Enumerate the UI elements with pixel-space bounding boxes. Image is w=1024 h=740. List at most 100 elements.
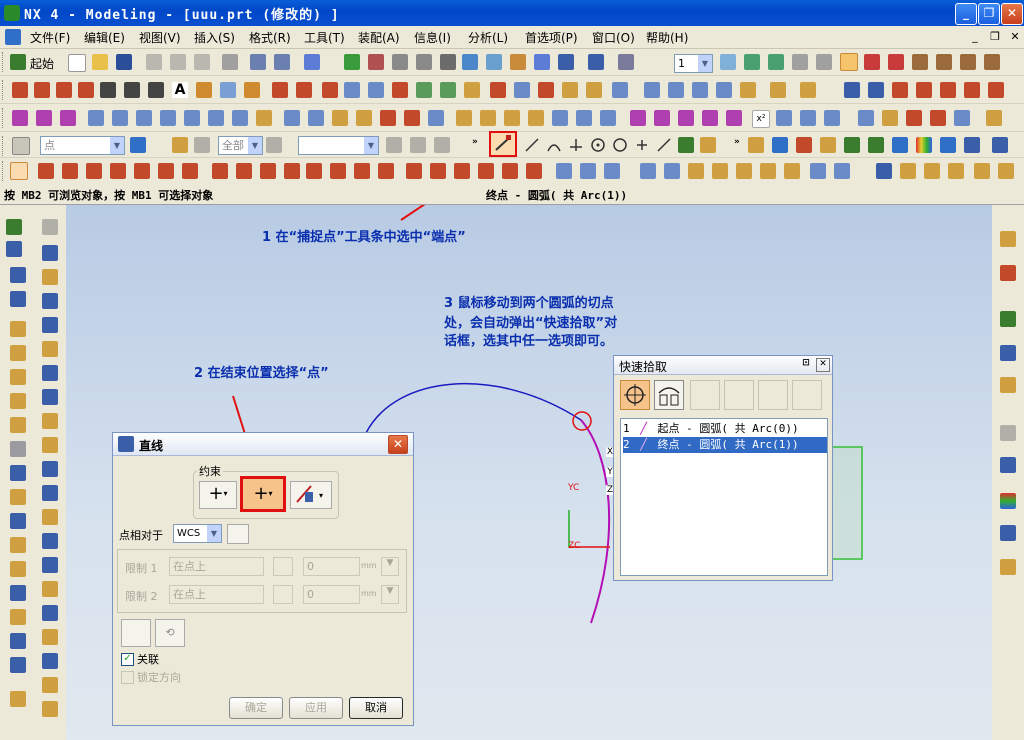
quick-pick-item-1[interactable]: 1 ╱ 起点 - 圆弧( 共 Arc(0))	[623, 421, 827, 437]
edge-feature-icon[interactable]	[42, 557, 58, 573]
mate-icon[interactable]	[924, 163, 940, 179]
sketch-corner-icon[interactable]	[284, 163, 300, 179]
toolbar-overflow-icon[interactable]: »	[472, 137, 478, 147]
feature-icon[interactable]	[6, 219, 22, 235]
sketch-animate-icon[interactable]	[556, 163, 572, 179]
copy-layer-icon[interactable]	[792, 54, 808, 70]
open-folder-icon[interactable]	[92, 54, 108, 70]
app-menu-icon[interactable]	[5, 29, 21, 45]
pad-icon[interactable]	[10, 393, 26, 409]
curve-info-icon[interactable]	[740, 82, 756, 98]
start-menu-button[interactable]: 起始	[30, 55, 54, 72]
stretch-icon[interactable]	[586, 82, 602, 98]
mesh-icon[interactable]	[136, 110, 152, 126]
quick-pick-titlebar[interactable]: 快速拾取 ⊡ ✕	[614, 356, 832, 375]
rectangle-icon[interactable]	[272, 82, 288, 98]
through-curves-icon[interactable]	[112, 110, 128, 126]
select-feature-icon[interactable]	[386, 137, 402, 153]
promote-icon[interactable]	[42, 701, 58, 717]
analysis-icon[interactable]	[858, 110, 874, 126]
type-filter-select[interactable]: 点 ▼	[40, 136, 125, 155]
wcs-rotate-icon[interactable]	[888, 54, 904, 70]
menu-file[interactable]: 文件(F)	[30, 29, 70, 46]
law-curve-icon[interactable]	[916, 82, 932, 98]
trim-icon[interactable]	[392, 82, 408, 98]
conic-icon[interactable]	[964, 82, 980, 98]
sketch-project-icon[interactable]	[330, 163, 346, 179]
styled-blend-icon[interactable]	[528, 110, 544, 126]
roles-icon[interactable]	[1000, 457, 1016, 473]
measure-angle-icon[interactable]	[906, 110, 922, 126]
edit-curve-icon[interactable]	[538, 82, 554, 98]
measure-distance-icon[interactable]	[882, 110, 898, 126]
menu-window[interactable]: 窗口(O)	[592, 29, 635, 46]
sheet-metal-icon[interactable]	[640, 163, 656, 179]
bend-icon[interactable]	[688, 163, 704, 179]
vda-icon[interactable]	[892, 137, 908, 153]
add-component-icon[interactable]	[900, 163, 916, 179]
helix-icon[interactable]	[892, 82, 908, 98]
profile-icon[interactable]	[10, 162, 28, 180]
history-icon[interactable]	[1000, 345, 1016, 361]
curve-analysis-icon[interactable]	[644, 82, 660, 98]
wcs-save-icon[interactable]	[960, 54, 976, 70]
menu-assembly[interactable]: 装配(A)	[358, 29, 400, 46]
sketch-delay-icon[interactable]	[580, 163, 596, 179]
sketch-update-icon[interactable]	[604, 163, 620, 179]
point-constructor-icon[interactable]	[700, 137, 716, 153]
sketch-constraint-icon[interactable]	[430, 163, 446, 179]
refresh-icon[interactable]	[344, 54, 360, 70]
silhouette-flange-icon[interactable]	[428, 110, 444, 126]
curvature-analysis-icon[interactable]	[940, 137, 956, 153]
system-materials-icon[interactable]	[1000, 525, 1016, 541]
layer-visible-icon[interactable]	[768, 54, 784, 70]
point-on-surface-icon[interactable]	[678, 137, 694, 153]
smooth-icon[interactable]	[612, 82, 628, 98]
edit-param-icon[interactable]	[42, 269, 58, 285]
menu-help[interactable]: 帮助(H)	[646, 29, 688, 46]
body-feature-icon[interactable]	[42, 509, 58, 525]
all-filter-button[interactable]	[620, 380, 650, 410]
spreadsheet-icon[interactable]	[800, 110, 816, 126]
sketch-extend-icon[interactable]	[260, 163, 276, 179]
match-edge-icon[interactable]	[678, 110, 694, 126]
shape-icon[interactable]	[844, 82, 860, 98]
csys-picker-button[interactable]	[227, 524, 249, 544]
edit-icon[interactable]	[250, 54, 266, 70]
trim-sheet-icon[interactable]	[308, 110, 324, 126]
wcs-display-icon[interactable]	[936, 54, 952, 70]
point-relative-select[interactable]: WCS ▼	[173, 524, 222, 543]
endpoint-snap-button[interactable]	[489, 131, 517, 157]
instance-icon[interactable]	[10, 489, 26, 505]
measure-length-icon[interactable]	[930, 110, 946, 126]
sketch-arc-icon[interactable]	[62, 163, 78, 179]
sketch-dimension-icon[interactable]	[406, 163, 422, 179]
offset-face-icon[interactable]	[42, 605, 58, 621]
scale-body-icon[interactable]	[42, 629, 58, 645]
sketch-edit-icon[interactable]	[378, 163, 394, 179]
intersect-body-icon[interactable]	[10, 561, 26, 577]
curve-edit-params-icon[interactable]	[770, 82, 786, 98]
move-layer-icon[interactable]	[816, 54, 832, 70]
block-icon[interactable]	[6, 241, 22, 257]
reference-set-icon[interactable]	[868, 137, 884, 153]
select-body-icon[interactable]	[410, 137, 426, 153]
move-feature-icon[interactable]	[42, 317, 58, 333]
chamfer-edge-icon[interactable]	[10, 633, 26, 649]
pan-icon[interactable]	[486, 54, 502, 70]
quick-pick-close-button[interactable]: ✕	[816, 358, 830, 372]
curve-icon[interactable]	[124, 82, 140, 98]
menu-preferences[interactable]: 首选项(P)	[525, 29, 578, 46]
scope-filter-select[interactable]: 全部 ▼	[218, 136, 263, 155]
edit-surface-icon[interactable]	[630, 110, 646, 126]
magnify-icon[interactable]	[440, 54, 456, 70]
existing-point-icon[interactable]	[634, 137, 650, 153]
extract-icon[interactable]	[490, 82, 506, 98]
help-icon[interactable]	[1000, 377, 1016, 393]
surface-icon[interactable]	[88, 110, 104, 126]
snap-group-icon[interactable]	[130, 137, 146, 153]
x-form-icon[interactable]	[552, 110, 568, 126]
fit-icon[interactable]	[368, 54, 384, 70]
cursor-icon[interactable]	[194, 137, 210, 153]
view-layout-icon[interactable]	[834, 163, 850, 179]
